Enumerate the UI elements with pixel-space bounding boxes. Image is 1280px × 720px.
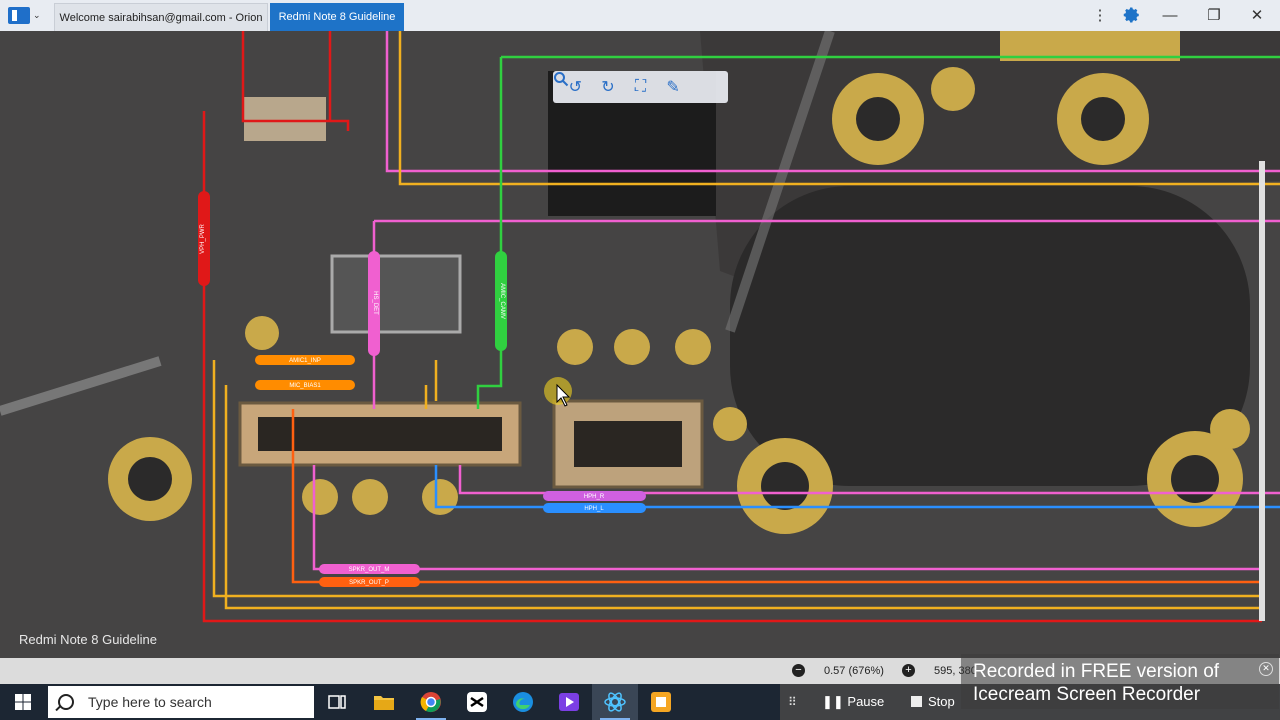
trace-label-spkr-out-m: SPKR_OUT_M	[349, 567, 390, 573]
trace-label-hs-det: HS_DET	[372, 291, 378, 315]
tab-label: Welcome sairabihsan@gmail.com - Orion	[59, 11, 263, 24]
file-explorer-icon[interactable]	[361, 684, 407, 720]
trace-label-amic-cam: AMIC_CAMV	[499, 283, 505, 319]
search-icon	[58, 694, 74, 710]
tab-guideline[interactable]: Redmi Note 8 Guideline	[270, 3, 404, 31]
pcb-schematic-canvas: VPH_PWR AMIC1_INP MIC_BIAS1 HS_DET AMIC_…	[0, 31, 1280, 658]
rotate-right-icon[interactable]: ↻	[597, 76, 619, 98]
viewer-toolbar: ↺ ↻ ⛶ ✎	[553, 71, 728, 103]
recorder-icon[interactable]	[638, 684, 684, 720]
pcb-board-view[interactable]: VPH_PWR AMIC1_INP MIC_BIAS1 HS_DET AMIC_…	[0, 31, 1280, 658]
trace-label-hph-l: HPH_L	[584, 506, 604, 512]
trace-label-spkr-out-p: SPKR_OUT_P	[349, 580, 389, 586]
trace-label-amic1-inp: AMIC1_INP	[289, 358, 321, 364]
chrome-icon[interactable]	[408, 684, 454, 720]
pause-button[interactable]: ❚❚ Pause	[822, 694, 884, 710]
app-menu-button[interactable]: ⌄	[4, 4, 44, 27]
tab-label: Redmi Note 8 Guideline	[278, 11, 396, 23]
stop-label: Stop	[928, 694, 955, 709]
close-icon[interactable]: ✕	[1259, 662, 1273, 676]
taskbar-search[interactable]	[48, 686, 314, 718]
trace-label-mic-bias1: MIC_BIAS1	[289, 383, 321, 389]
pause-icon: ❚❚	[822, 694, 848, 709]
restore-icon[interactable]: ❐	[1192, 0, 1236, 30]
zoom-in-icon[interactable]: +	[902, 664, 915, 677]
edge-icon[interactable]	[500, 684, 546, 720]
watermark-line2: Icecream Screen Recorder	[973, 684, 1201, 705]
highlight-tool-icon[interactable]: ✎	[662, 76, 684, 98]
title-bar: ⌄ Welcome sairabihsan@gmail.com - Orion …	[0, 0, 1280, 32]
drag-handle-icon[interactable]: ⠿	[788, 695, 797, 709]
stop-icon	[911, 696, 922, 707]
document-caption: Redmi Note 8 Guideline	[19, 632, 158, 647]
windows-start-icon[interactable]	[0, 684, 46, 720]
orion-icon[interactable]	[592, 684, 638, 720]
close-icon[interactable]: ✕	[1235, 0, 1279, 30]
trace-label-hph-r: HPH_R	[584, 494, 605, 500]
zoom-out-icon[interactable]: −	[792, 664, 805, 677]
task-view-icon[interactable]	[314, 684, 360, 720]
recorder-watermark: Recorded in FREE version of Icecream Scr…	[961, 654, 1279, 709]
capcut-icon[interactable]	[454, 684, 500, 720]
fit-screen-icon[interactable]: ⛶	[629, 76, 651, 98]
stop-button[interactable]: Stop	[911, 694, 955, 709]
search-input[interactable]	[86, 693, 290, 711]
tab-welcome[interactable]: Welcome sairabihsan@gmail.com - Orion	[54, 3, 268, 31]
pause-label: Pause	[847, 694, 885, 709]
trace-label-vph-pwr: VPH_PWR	[200, 223, 206, 253]
video-editor-icon[interactable]	[546, 684, 592, 720]
watermark-line1: Recorded in FREE version of	[973, 661, 1220, 682]
zoom-level: 0.57 (676%)	[824, 665, 884, 677]
search-icon[interactable]	[554, 72, 717, 98]
app-logo-icon	[8, 7, 30, 24]
minimize-icon[interactable]: —	[1148, 0, 1192, 30]
chevron-down-icon: ⌄	[33, 10, 41, 20]
